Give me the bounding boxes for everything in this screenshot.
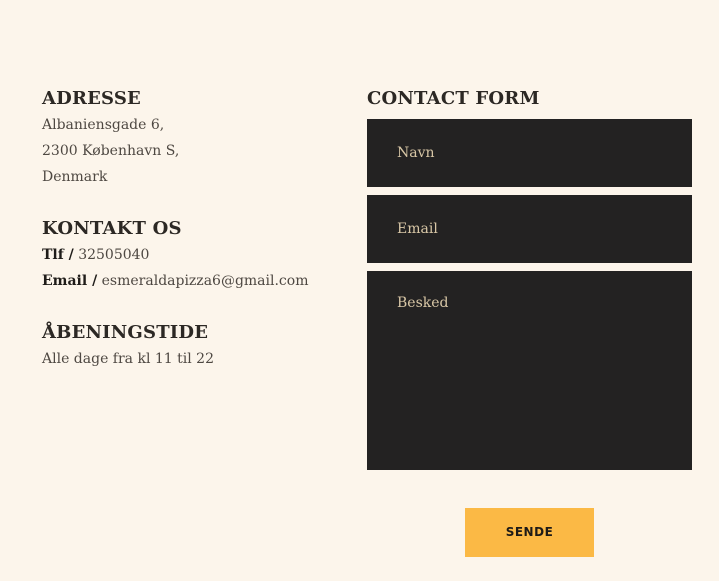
email-value[interactable]: esmeraldapizza6@gmail.com: [102, 273, 309, 289]
phone-label: Tlf /: [42, 247, 74, 263]
address-heading: ADRESSE: [42, 88, 141, 109]
phone-line: Tlf / 32505040: [42, 242, 342, 268]
hours-heading: ÅBENINGSTIDE: [42, 322, 209, 343]
message-field[interactable]: Besked: [367, 271, 692, 470]
phone-value[interactable]: 32505040: [78, 247, 149, 263]
name-field[interactable]: Navn: [367, 119, 692, 187]
address-line-1: Albaniensgade 6,: [42, 117, 165, 133]
submit-button[interactable]: SENDE: [465, 508, 594, 557]
contact-form: CONTACT FORM Navn Email Besked: [367, 86, 692, 470]
contact-block: KONTAKT OS Tlf / 32505040 Email / esmera…: [42, 216, 342, 294]
contact-info-column: ADRESSE Albaniensgade 6, 2300 København …: [42, 86, 342, 398]
contact-heading: KONTAKT OS: [42, 218, 182, 239]
email-line: Email / esmeraldapizza6@gmail.com: [42, 268, 342, 294]
address-line-3: Denmark: [42, 169, 108, 185]
address-line-2: 2300 København S,: [42, 143, 180, 159]
hours-text: Alle dage fra kl 11 til 22: [42, 351, 214, 367]
email-field[interactable]: Email: [367, 195, 692, 263]
email-label: Email /: [42, 273, 98, 289]
address-block: ADRESSE Albaniensgade 6, 2300 København …: [42, 86, 342, 190]
contact-form-heading: CONTACT FORM: [367, 88, 540, 109]
hours-block: ÅBENINGSTIDE Alle dage fra kl 11 til 22: [42, 320, 342, 372]
